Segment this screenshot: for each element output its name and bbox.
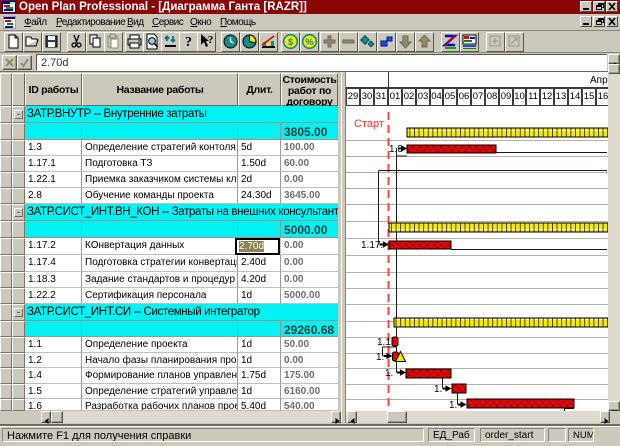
- svg-text:Старт: Старт: [354, 118, 384, 130]
- svg-text:1.: 1.: [385, 368, 393, 379]
- svg-text:1.3: 1.3: [389, 144, 403, 155]
- svg-text:$: $: [288, 37, 293, 47]
- svg-text:1.1: 1.1: [377, 337, 391, 348]
- svg-text:?: ?: [185, 35, 192, 50]
- svg-text:1.: 1.: [376, 352, 384, 363]
- svg-text:%: %: [305, 37, 314, 48]
- svg-text:1.: 1.: [449, 400, 457, 411]
- svg-text:1.17.: 1.17.: [361, 240, 383, 251]
- svg-text:?: ?: [208, 34, 214, 46]
- svg-text:1.: 1.: [434, 384, 442, 395]
